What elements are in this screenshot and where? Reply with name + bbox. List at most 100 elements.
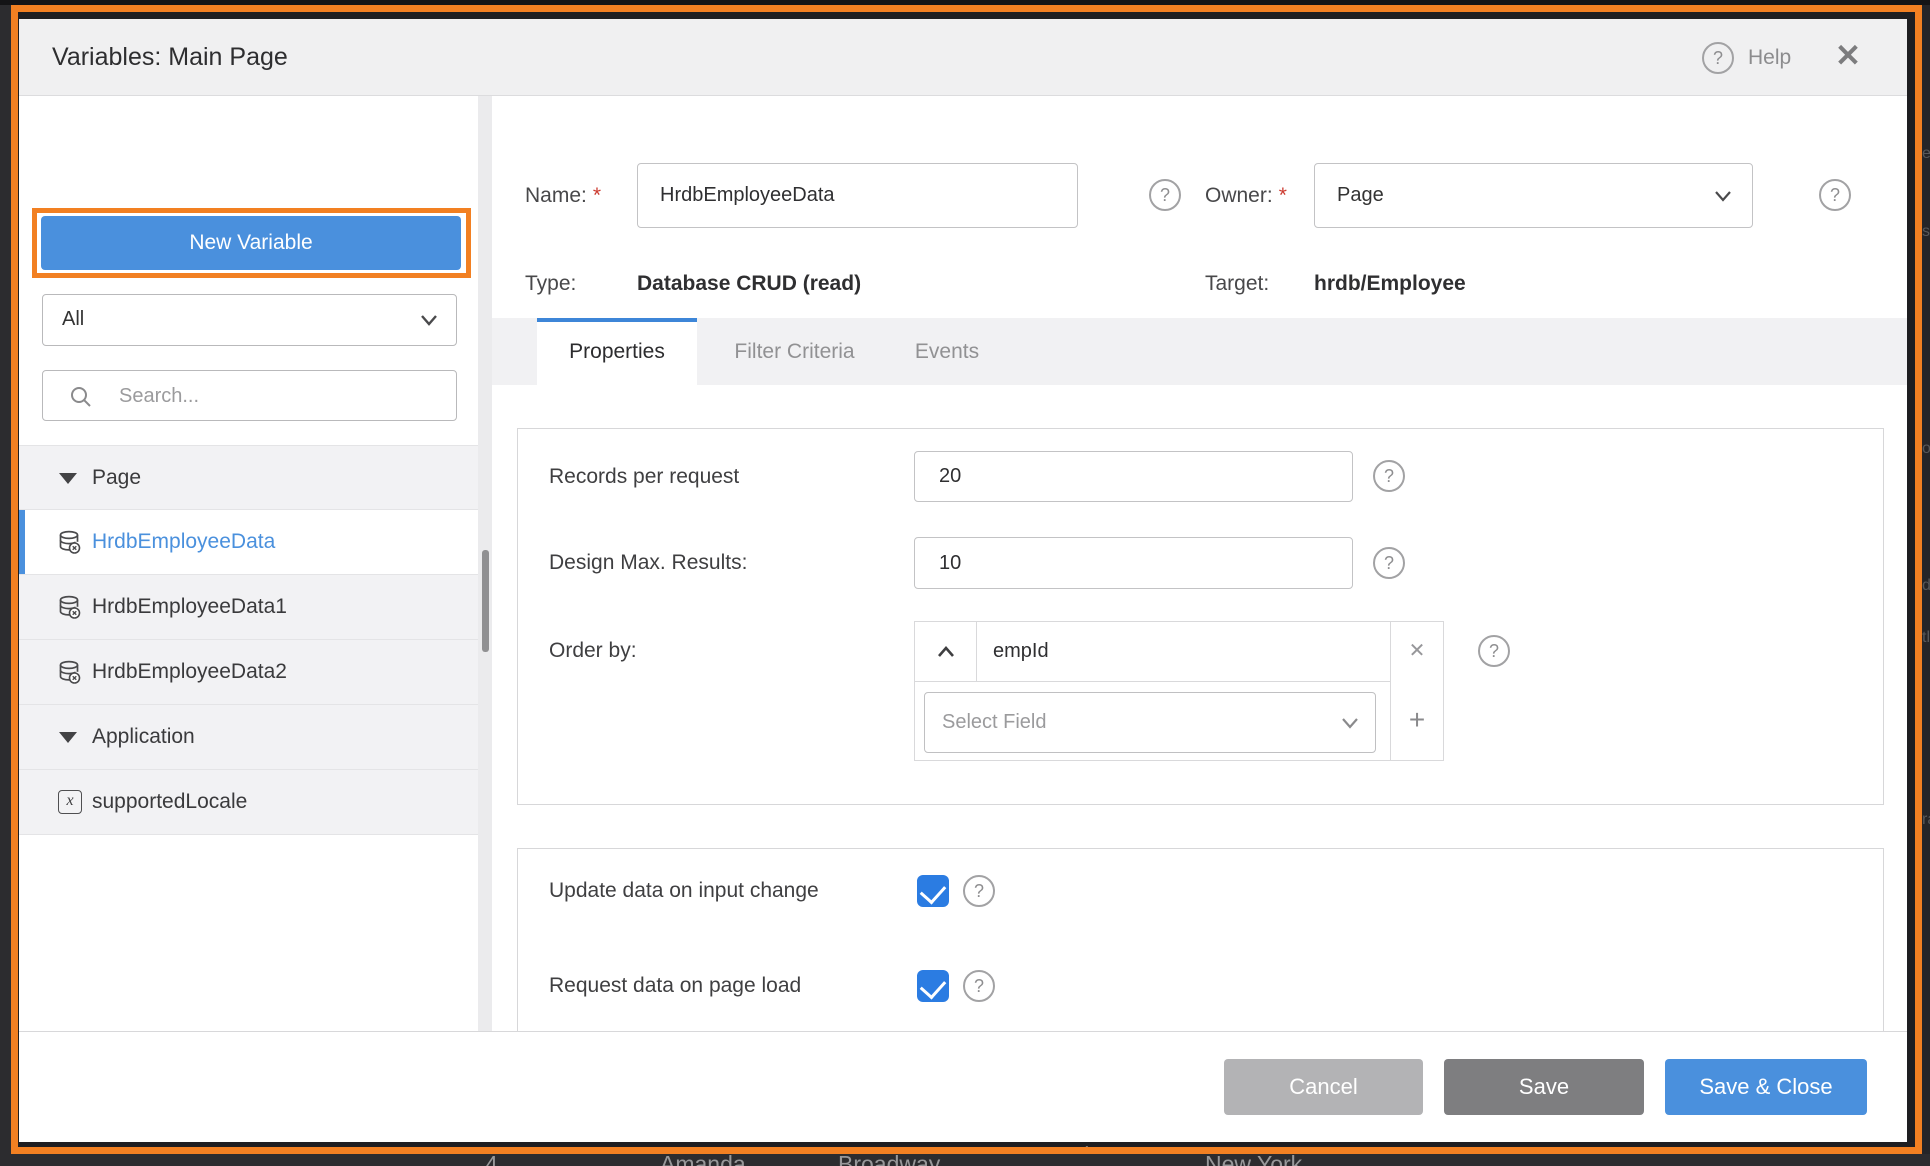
dialog-header: Variables: Main Page ? Help ✕	[19, 19, 1907, 96]
backdrop-table-cell: Broadway	[838, 1154, 940, 1166]
search-icon	[71, 387, 91, 407]
chevron-up-icon	[938, 646, 954, 657]
help-circle-icon[interactable]: ?	[1702, 42, 1734, 74]
order-by-builder: empId ✕ + Select Field	[914, 621, 1444, 761]
backdrop-table-row: 4 Amanda Broadway New York	[0, 1154, 1930, 1166]
sidebar-scrollbar-thumb[interactable]	[482, 550, 489, 652]
screenshot-stage: er s b or d tle ra 4 Amanda Broadway New…	[0, 0, 1930, 1166]
tab-filter-criteria[interactable]: Filter Criteria	[717, 318, 872, 385]
records-per-request-input[interactable]	[914, 451, 1353, 502]
required-asterisk: *	[592, 184, 602, 207]
select-field-placeholder: Select Field	[942, 711, 1047, 733]
owner-selected-value: Page	[1337, 184, 1384, 206]
sidebar-section-page[interactable]: Page	[19, 445, 478, 510]
search-box	[42, 370, 457, 421]
order-by-label: Order by:	[549, 639, 637, 662]
help-circle-icon[interactable]: ?	[1373, 547, 1405, 579]
backdrop-right-fragments: er s b or d tle ra	[1922, 5, 1930, 1154]
tab-properties[interactable]: Properties	[537, 318, 697, 385]
backdrop-text-fragment: d	[1922, 577, 1930, 594]
design-max-results-input[interactable]	[914, 537, 1353, 589]
remove-order-field-button[interactable]: ✕	[1390, 622, 1443, 682]
sidebar-item-hrdbemployeedata2[interactable]: HrdbEmployeeData2	[19, 640, 478, 705]
variables-sidebar: New Variable All Page	[19, 96, 478, 1031]
section-label: Page	[92, 466, 142, 489]
help-circle-icon[interactable]: ?	[1373, 460, 1405, 492]
chevron-down-icon	[421, 315, 437, 326]
design-max-results-label: Design Max. Results:	[549, 551, 748, 574]
close-icon[interactable]: ✕	[1835, 19, 1861, 96]
search-input[interactable]	[117, 371, 441, 421]
order-by-field-value[interactable]: empId	[977, 622, 1390, 682]
dialog-footer: Cancel Save Save & Close	[19, 1031, 1907, 1142]
sidebar-item-label: HrdbEmployeeData1	[92, 595, 287, 618]
name-label-text: Name:	[525, 184, 587, 207]
caret-down-icon	[59, 473, 77, 484]
type-label: Type:	[525, 272, 577, 295]
dialog-title: Variables: Main Page	[52, 43, 288, 71]
owner-label: Owner: *	[1205, 163, 1287, 228]
chevron-down-icon	[1715, 190, 1731, 202]
backdrop-text-sliver: Broadway	[1028, 1142, 1148, 1147]
records-per-request-label: Records per request	[549, 465, 740, 488]
backdrop-left	[0, 5, 11, 1154]
request-data-label: Request data on page load	[549, 974, 802, 997]
caret-down-icon	[59, 732, 77, 743]
backdrop-table-cell: 4	[485, 1154, 498, 1166]
sidebar-item-supportedlocale[interactable]: x supportedLocale	[19, 770, 478, 835]
sidebar-item-hrdbemployeedata[interactable]: HrdbEmployeeData	[19, 510, 478, 575]
help-circle-icon[interactable]: ?	[1478, 635, 1510, 667]
variables-dialog: Variables: Main Page ? Help ✕ New Variab…	[19, 19, 1907, 1142]
help-link[interactable]: Help	[1748, 19, 1791, 96]
check-icon	[919, 972, 947, 1000]
owner-label-text: Owner:	[1205, 184, 1273, 207]
save-button[interactable]: Save	[1444, 1059, 1644, 1115]
backdrop-text-fragment: er	[1922, 145, 1930, 162]
help-circle-icon[interactable]: ?	[963, 875, 995, 907]
sidebar-item-label: HrdbEmployeeData	[92, 530, 276, 553]
add-order-field-button[interactable]: +	[1390, 682, 1443, 760]
selected-indicator	[19, 510, 25, 574]
request-data-checkbox[interactable]	[917, 970, 949, 1002]
database-variable-icon	[59, 660, 81, 684]
name-label: Name: *	[525, 163, 601, 228]
target-value: hrdb/Employee	[1314, 272, 1466, 295]
backdrop-text-fragment: s b	[1922, 223, 1930, 240]
filter-selected-value: All	[62, 308, 85, 330]
tab-events[interactable]: Events	[892, 318, 1002, 385]
select-field-dropdown[interactable]: Select Field	[924, 692, 1376, 753]
update-data-checkbox[interactable]	[917, 875, 949, 907]
sidebar-item-label: HrdbEmployeeData2	[92, 660, 287, 683]
update-data-label: Update data on input change	[549, 879, 819, 902]
annotation-highlight-box	[32, 208, 471, 278]
target-label: Target:	[1205, 272, 1270, 295]
properties-group-panel: Records per request ? Design Max. Result…	[517, 428, 1884, 805]
help-circle-icon[interactable]: ?	[1819, 179, 1851, 211]
backdrop-table-cell: Amanda	[660, 1154, 746, 1166]
name-input[interactable]	[637, 163, 1078, 228]
save-close-button[interactable]: Save & Close	[1665, 1059, 1867, 1115]
sort-direction-toggle[interactable]	[915, 622, 977, 682]
required-asterisk: *	[1278, 184, 1287, 207]
tab-strip: Properties Filter Criteria Events	[492, 318, 1907, 385]
help-circle-icon[interactable]: ?	[1149, 179, 1181, 211]
data-options-panel: Update data on input change ? Request da…	[517, 848, 1884, 1031]
variable-detail-panel: Name:* ? Owner:* Page ? Type: Database C…	[492, 96, 1907, 1031]
help-circle-icon[interactable]: ?	[963, 970, 995, 1002]
backdrop-top	[0, 0, 1930, 5]
backdrop-table-cell: Broadway	[1028, 1142, 1130, 1147]
backdrop-text-fragment: or	[1922, 440, 1930, 457]
variable-filter-select[interactable]: All	[42, 294, 457, 346]
cancel-button[interactable]: Cancel	[1224, 1059, 1423, 1115]
section-label: Application	[92, 725, 195, 748]
sidebar-item-hrdbemployeedata1[interactable]: HrdbEmployeeData1	[19, 575, 478, 640]
variable-x-icon: x	[58, 790, 82, 814]
owner-select[interactable]: Page	[1314, 163, 1753, 228]
backdrop-table-cell: New York	[1205, 1154, 1302, 1166]
sidebar-section-application[interactable]: Application	[19, 705, 478, 770]
chevron-down-icon	[1342, 717, 1358, 729]
database-variable-icon	[59, 530, 81, 554]
database-variable-icon	[59, 595, 81, 619]
backdrop-text-fragment: tle	[1922, 629, 1930, 646]
backdrop-text-fragment: ra	[1922, 811, 1930, 828]
